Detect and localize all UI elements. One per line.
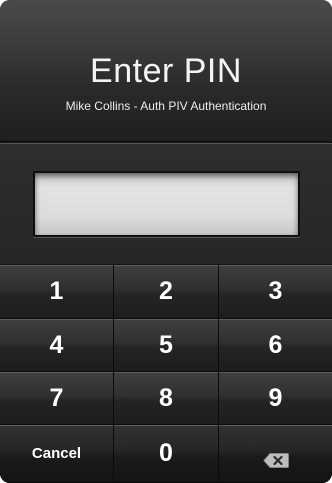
dialog-header: Enter PIN Mike Collins - Auth PIV Authen… [0, 0, 332, 142]
key-6[interactable]: 6 [219, 319, 332, 372]
pin-input[interactable] [33, 171, 300, 237]
key-8[interactable]: 8 [114, 372, 219, 425]
key-0[interactable]: 0 [114, 425, 219, 483]
dialog-title: Enter PIN [90, 52, 242, 90]
key-4[interactable]: 4 [0, 319, 114, 372]
pin-entry-area [0, 143, 332, 265]
key-2[interactable]: 2 [114, 265, 219, 319]
cancel-button[interactable]: Cancel [0, 425, 114, 483]
key-3[interactable]: 3 [219, 265, 332, 319]
dialog-subtitle: Mike Collins - Auth PIV Authentication [65, 99, 267, 113]
numeric-keypad: 1 2 3 4 5 6 7 8 9 Cancel 0 [0, 265, 332, 483]
backspace-icon [262, 446, 289, 468]
key-9[interactable]: 9 [219, 372, 332, 425]
enter-pin-dialog: Enter PIN Mike Collins - Auth PIV Authen… [0, 0, 332, 483]
backspace-button[interactable] [219, 425, 332, 483]
key-7[interactable]: 7 [0, 372, 114, 425]
key-1[interactable]: 1 [0, 265, 114, 319]
key-5[interactable]: 5 [114, 319, 219, 372]
